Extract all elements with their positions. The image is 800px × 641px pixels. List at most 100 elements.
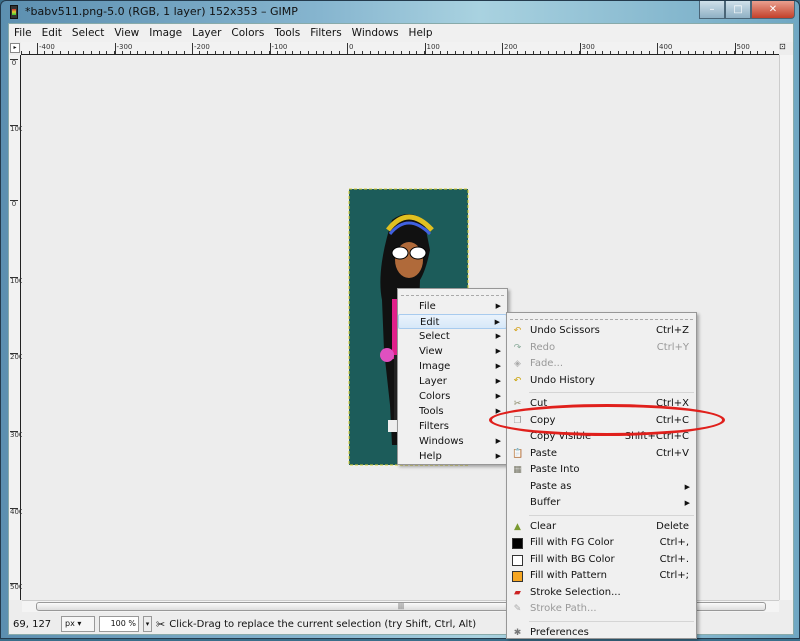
redo-icon: ↷ [512, 343, 523, 354]
menu-file[interactable]: File [9, 24, 37, 42]
ruler-tick [83, 51, 84, 54]
ruler-tick [199, 51, 200, 54]
close-button[interactable]: ✕ [751, 1, 795, 19]
menu-item-shortcut: Ctrl+V [656, 446, 689, 463]
menu-item-stroke-path[interactable]: ✎Stroke Path... [507, 601, 696, 618]
ruler-tick [122, 51, 123, 54]
menu-item-undo-scissors[interactable]: ↶Undo ScissorsCtrl+Z [507, 323, 696, 340]
menu-item-file[interactable]: File▶ [398, 299, 507, 314]
menu-edit[interactable]: Edit [37, 24, 67, 42]
ruler-tick [432, 51, 433, 54]
menu-help[interactable]: Help [404, 24, 438, 42]
menu-item-tools[interactable]: Tools▶ [398, 404, 507, 419]
zoom-to-fit-icon[interactable]: ⊡ [779, 42, 791, 55]
image-menu-button[interactable]: ▸ [10, 43, 20, 53]
menu-item-fill-with-bg-color[interactable]: Fill with BG ColorCtrl+. [507, 552, 696, 569]
ruler-tick [192, 51, 193, 54]
unit-selector[interactable]: px ▾ [61, 616, 95, 632]
ruler-tick [525, 51, 526, 54]
undo-icon: ↶ [512, 326, 523, 337]
ruler-label: 300 [10, 431, 18, 439]
menu-item-view[interactable]: View▶ [398, 344, 507, 359]
ruler-tick [106, 51, 107, 54]
ruler-tick [409, 51, 410, 54]
submenu-arrow-icon: ▶ [496, 359, 501, 374]
ruler-tick [168, 51, 169, 54]
menu-item-copy-visible[interactable]: Copy VisibleShift+Ctrl+C [507, 429, 696, 446]
menu-item-buffer[interactable]: Buffer▶ [507, 495, 696, 512]
menu-item-label: Help [419, 451, 442, 462]
menu-item-help[interactable]: Help▶ [398, 449, 507, 464]
zoom-dropdown-button[interactable]: ▾ [143, 616, 152, 632]
menu-view[interactable]: View [109, 24, 144, 42]
ruler-tick [137, 51, 138, 54]
ruler-tick [719, 51, 720, 54]
menu-item-clear[interactable]: ▲ClearDelete [507, 519, 696, 536]
menu-item-cut[interactable]: ✂CutCtrl+X [507, 396, 696, 413]
ruler-tick [316, 51, 317, 54]
menu-item-fill-with-fg-color[interactable]: Fill with FG ColorCtrl+, [507, 535, 696, 552]
maximize-button[interactable]: □ [725, 1, 751, 19]
submenu-arrow-icon: ▶ [496, 389, 501, 404]
menu-item-filters[interactable]: Filters [398, 419, 507, 434]
menu-item-undo-history[interactable]: ↶Undo History [507, 373, 696, 390]
menu-windows[interactable]: Windows [347, 24, 404, 42]
ruler-tick [246, 51, 247, 54]
unit-value: px [65, 619, 75, 628]
menu-item-copy[interactable]: ❐CopyCtrl+C [507, 413, 696, 430]
menu-item-edit[interactable]: Edit▶ [398, 314, 507, 329]
ruler-tick [494, 51, 495, 54]
menu-item-image[interactable]: Image▶ [398, 359, 507, 374]
menu-item-fade[interactable]: ◈Fade... [507, 356, 696, 373]
fg-color-swatch [512, 538, 523, 549]
menu-item-label: Cut [530, 398, 547, 409]
ruler-label: 200 [10, 353, 18, 361]
tearoff-line[interactable] [510, 313, 693, 320]
menu-item-windows[interactable]: Windows▶ [398, 434, 507, 449]
menu-select[interactable]: Select [67, 24, 109, 42]
zoom-field[interactable]: 100 % [99, 616, 139, 632]
menu-item-fill-with-pattern[interactable]: Fill with PatternCtrl+; [507, 568, 696, 585]
menu-item-shortcut: Ctrl+. [660, 552, 689, 569]
menu-item-paste-as[interactable]: Paste as▶ [507, 479, 696, 496]
menu-tools[interactable]: Tools [269, 24, 305, 42]
menu-item-shortcut: Ctrl+Z [656, 323, 689, 340]
menu-layer[interactable]: Layer [187, 24, 226, 42]
ruler-tick [657, 51, 658, 54]
menu-item-select[interactable]: Select▶ [398, 329, 507, 344]
menu-item-label: Select [419, 331, 450, 342]
ruler-tick [540, 51, 541, 54]
copy-icon: ❐ [512, 416, 523, 427]
gimp-app-icon [10, 5, 18, 19]
ruler-tick [44, 51, 45, 54]
ruler-tick [339, 51, 340, 54]
menu-item-layer[interactable]: Layer▶ [398, 374, 507, 389]
menu-colors[interactable]: Colors [226, 24, 269, 42]
menu-item-label: Layer [419, 376, 447, 387]
menu-item-paste[interactable]: 📋PasteCtrl+V [507, 446, 696, 463]
vertical-ruler[interactable]: 01000100200300400500 [9, 55, 21, 600]
menu-item-stroke-selection[interactable]: ▰Stroke Selection... [507, 585, 696, 602]
vertical-scrollbar[interactable] [779, 55, 793, 600]
ruler-tick [548, 51, 549, 54]
menu-item-label: Paste Into [530, 464, 580, 475]
menu-image[interactable]: Image [144, 24, 187, 42]
horizontal-ruler[interactable]: -400-300-200-1000100200300400500 [21, 42, 779, 55]
ruler-tick [750, 51, 751, 54]
ruler-tick [292, 51, 293, 54]
ruler-label: 400 [10, 508, 18, 516]
window-title: *babv511.png-5.0 (RGB, 1 layer) 152x353 … [25, 5, 298, 18]
minimize-button[interactable]: – [699, 1, 725, 19]
menu-filters[interactable]: Filters [305, 24, 346, 42]
ruler-tick [223, 51, 224, 54]
tearoff-line[interactable] [401, 289, 504, 296]
ruler-tick [130, 51, 131, 54]
menu-item-label: Tools [419, 406, 444, 417]
menu-item-colors[interactable]: Colors ▶ [398, 389, 507, 404]
menu-item-label: Colors [419, 391, 450, 402]
menu-item-redo[interactable]: ↷RedoCtrl+Y [507, 340, 696, 357]
menu-item-paste-into[interactable]: ▦Paste Into [507, 462, 696, 479]
menu-item-label: Fill with FG Color [530, 537, 614, 548]
menu-item-shortcut: Ctrl+Y [657, 340, 689, 357]
menu-item-shortcut: Ctrl+; [659, 568, 689, 585]
